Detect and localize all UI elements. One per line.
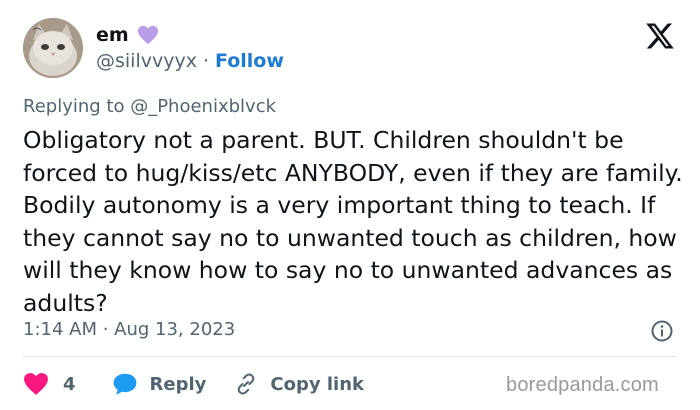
purple-heart-icon [137, 25, 159, 45]
copy-link-button[interactable]: Copy link [234, 372, 364, 396]
tweet-text: Obligatory not a parent. BUT. Children s… [23, 126, 683, 317]
reply-button[interactable]: Reply [112, 372, 207, 396]
author-handle[interactable]: @siilvvyyx [96, 50, 197, 72]
separator-dot: · [202, 50, 210, 72]
handle-row: @siilvvyyx · Follow [96, 50, 284, 72]
action-bar: 4 Reply Copy link [23, 370, 364, 398]
author-name-row[interactable]: em [96, 24, 159, 46]
tweet-card: em @siilvvyyx · Follow Replying to @_Pho… [0, 0, 700, 410]
replying-to[interactable]: Replying to @_Phoenixblvck [23, 96, 276, 117]
like-button[interactable]: 4 [23, 372, 76, 396]
link-icon [238, 373, 255, 395]
reply-bubble-icon [113, 373, 136, 395]
x-logo-icon[interactable] [645, 22, 675, 50]
follow-button[interactable]: Follow [215, 50, 284, 72]
watermark: boredpanda.com [506, 374, 659, 396]
info-icon[interactable] [650, 319, 674, 343]
author-name[interactable]: em [96, 24, 129, 46]
timestamp[interactable]: 1:14 AM · Aug 13, 2023 [23, 319, 235, 340]
reply-label: Reply [149, 373, 207, 395]
like-count: 4 [63, 373, 76, 395]
heart-icon [24, 373, 48, 395]
avatar[interactable] [23, 18, 83, 78]
copy-link-label: Copy link [270, 373, 364, 395]
divider [23, 356, 677, 357]
